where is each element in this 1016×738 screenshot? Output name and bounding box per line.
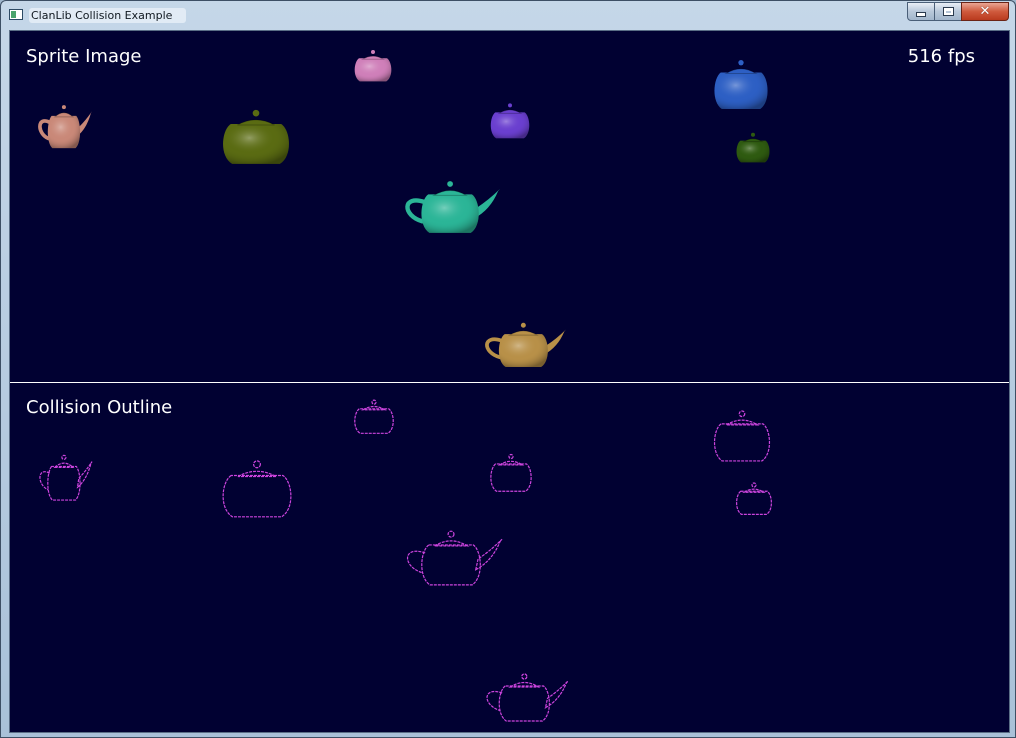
outline-teapot-purple-icon (489, 453, 533, 492)
sprite-teapot-gold-icon-svg (485, 322, 566, 368)
maximize-button[interactable] (934, 2, 962, 21)
sprite-teapot-olive-icon-svg (223, 109, 289, 164)
outline-teapot-olive-icon-svg (222, 460, 292, 518)
outline-teapot-blue-icon (712, 409, 772, 462)
app-icon[interactable] (9, 9, 23, 20)
fps-value: 516 (907, 46, 943, 67)
sprite-teapot-pink-icon (353, 49, 393, 82)
sprite-teapot-salmon-icon-svg (38, 105, 92, 149)
sprite-image-pane: Sprite Image 516 fps (10, 31, 1009, 382)
render-canvas[interactable]: Sprite Image 516 fps Collision Outline (9, 30, 1010, 733)
sprite-teapot-purple-icon-svg (490, 103, 530, 139)
sprite-teapot-olive-icon (220, 108, 292, 165)
outline-teapot-green-icon (735, 482, 773, 515)
sprite-teapot-blue-icon-svg (714, 60, 768, 109)
sprite-teapot-gold-icon (484, 321, 566, 368)
outline-teapot-gold-icon (484, 672, 569, 722)
outline-teapot-gold-icon-svg (486, 673, 569, 722)
outline-teapot-teal-icon-svg (407, 530, 503, 586)
sprite-teapot-pink-icon-svg (354, 49, 392, 82)
fps-unit: fps (947, 46, 975, 67)
outline-teapot-salmon-icon (38, 453, 93, 501)
outline-teapot-salmon-icon-svg (39, 454, 93, 501)
outline-teapot-teal-icon (404, 529, 503, 586)
sprite-teapot-purple-icon (489, 102, 531, 139)
minimize-button[interactable] (907, 2, 935, 21)
close-icon: ✕ (979, 4, 991, 19)
fps-counter: 516 fps (908, 46, 975, 67)
collision-outline-label: Collision Outline (26, 397, 173, 418)
app-window: ClanLib Collision Example ✕ Sprite Image… (0, 0, 1016, 738)
outline-teapot-olive-icon (220, 459, 294, 518)
collision-outline-pane: Collision Outline (10, 383, 1009, 732)
minimize-icon (916, 12, 926, 17)
sprite-teapot-teal-icon-svg (405, 181, 500, 233)
sprite-teapot-blue-icon (712, 58, 770, 110)
window-title: ClanLib Collision Example (29, 8, 187, 23)
sprite-teapot-teal-icon (404, 179, 500, 234)
outline-teapot-pink-icon-svg (354, 399, 394, 434)
sprite-image-label: Sprite Image (26, 46, 142, 67)
maximize-icon (942, 7, 954, 16)
outline-teapot-pink-icon (353, 399, 395, 434)
outline-teapot-blue-icon-svg (713, 410, 771, 462)
sprite-teapot-green-icon (735, 132, 771, 163)
sprite-teapot-salmon-icon (38, 103, 92, 149)
outline-teapot-green-icon-svg (736, 482, 772, 515)
outline-teapot-purple-icon-svg (490, 453, 532, 492)
sprite-teapot-green-icon-svg (736, 132, 770, 163)
title-bar[interactable]: ClanLib Collision Example ✕ (1, 1, 1015, 29)
close-button[interactable]: ✕ (961, 2, 1009, 21)
